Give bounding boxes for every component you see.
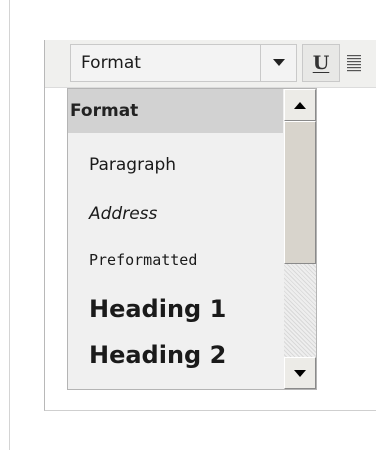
underline-icon: U: [312, 52, 330, 74]
scroll-thumb[interactable]: [284, 121, 316, 264]
option-address[interactable]: Address: [89, 204, 157, 224]
option-heading-1[interactable]: Heading 1: [89, 295, 226, 323]
underline-button[interactable]: U: [302, 44, 340, 82]
page-left-border: [9, 0, 10, 450]
justify-button[interactable]: [344, 44, 376, 82]
option-paragraph[interactable]: Paragraph: [89, 155, 176, 175]
format-dropdown-button[interactable]: [260, 44, 297, 82]
format-select[interactable]: Format: [70, 44, 261, 82]
arrow-down-icon: [294, 369, 306, 377]
format-select-value: Format: [81, 53, 141, 73]
dropdown-header-label: Format: [70, 101, 139, 121]
dropdown-scrollbar[interactable]: [284, 89, 316, 389]
option-heading-2[interactable]: Heading 2: [89, 341, 226, 369]
scroll-up-button[interactable]: [284, 89, 316, 121]
scroll-down-button[interactable]: [284, 357, 316, 389]
option-preformatted[interactable]: Preformatted: [89, 251, 197, 269]
arrow-up-icon: [294, 101, 306, 109]
editor-toolbar: Format U: [45, 40, 376, 88]
chevron-down-icon: [272, 59, 285, 66]
format-dropdown-menu: Format Paragraph Address Preformatted He…: [67, 88, 317, 390]
dropdown-header: Format: [68, 89, 283, 133]
align-justify-icon: [347, 55, 361, 72]
